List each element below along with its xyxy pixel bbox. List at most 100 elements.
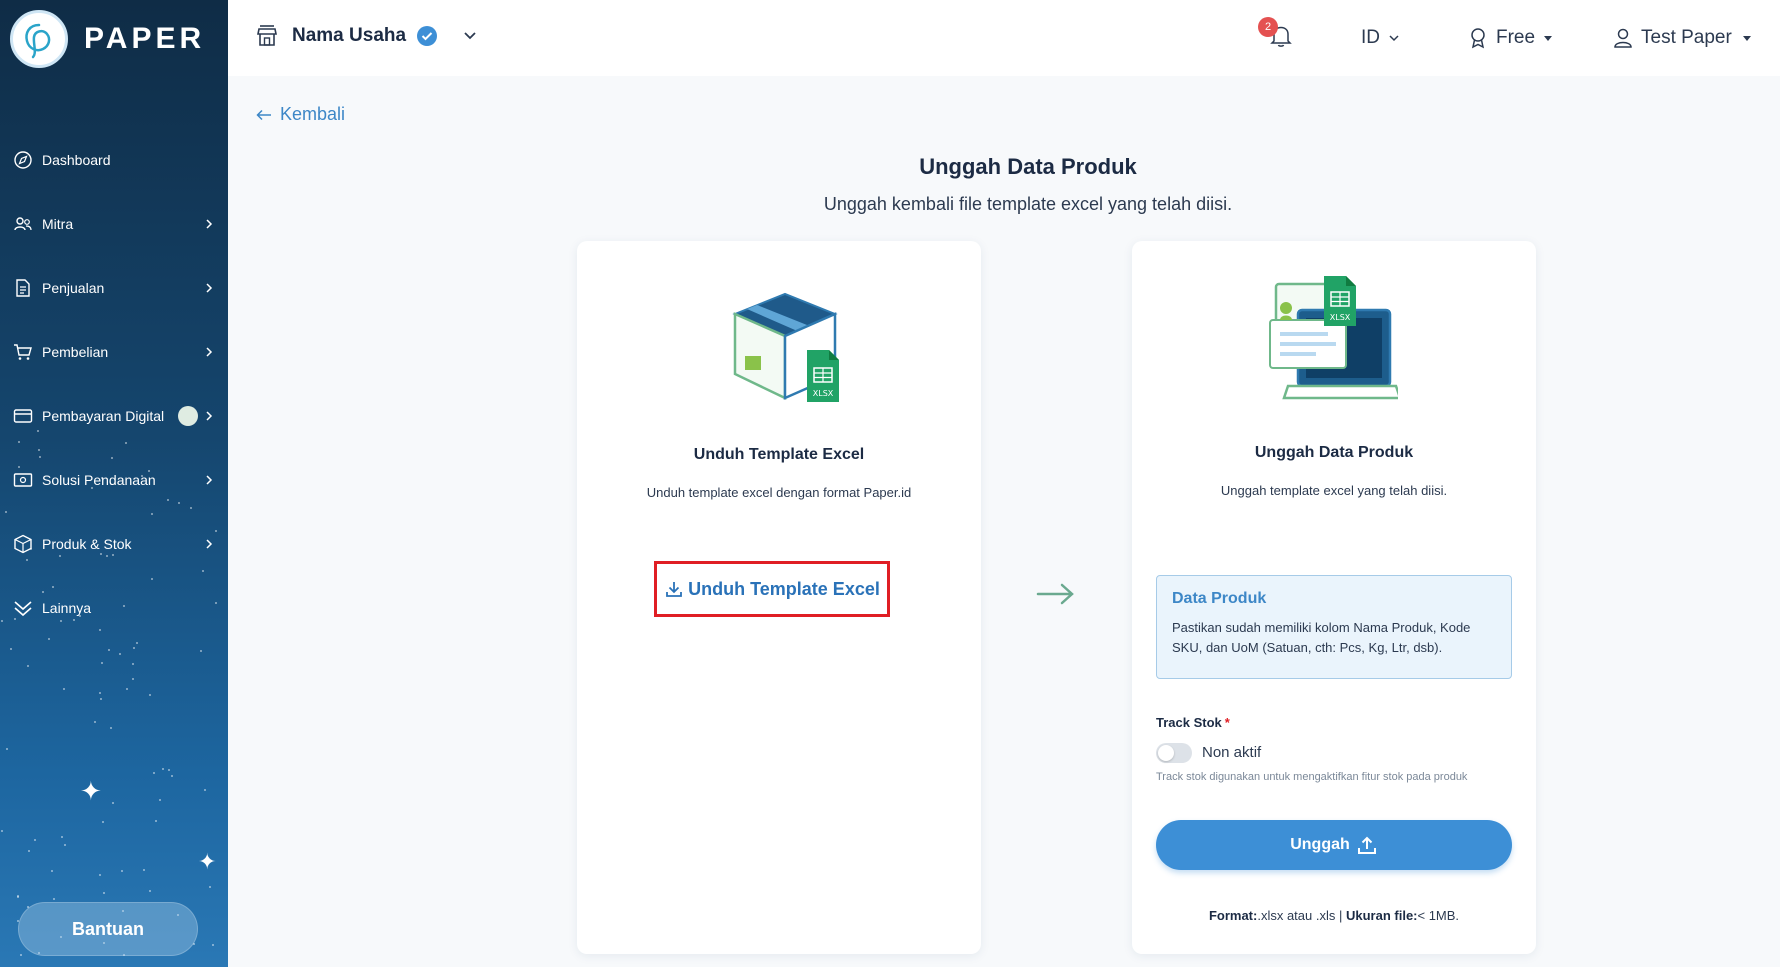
star-decoration (209, 886, 211, 888)
download-template-button[interactable]: Unduh Template Excel (654, 561, 890, 617)
users-icon (12, 213, 34, 235)
star-decoration (20, 954, 22, 956)
star-decoration (94, 721, 96, 723)
help-button[interactable]: Bantuan (18, 902, 198, 956)
laptop-excel-illustration: XLSX (1269, 276, 1398, 400)
star-decoration (119, 653, 121, 655)
status-dot (178, 406, 198, 426)
back-link[interactable]: Kembali (256, 104, 345, 125)
plan-label: Free (1496, 27, 1536, 48)
star-decoration (6, 748, 8, 750)
card-icon (12, 405, 34, 427)
download-card-description: Unduh template excel dengan format Paper… (646, 485, 912, 500)
user-icon (1614, 28, 1632, 48)
upload-icon (1357, 836, 1376, 854)
upload-button[interactable]: Unggah (1156, 820, 1512, 870)
upload-card-title: Unggah Data Produk (1254, 444, 1414, 461)
sidebar-item-pembayaran-digital[interactable]: Pembayaran Digital (0, 384, 228, 448)
page-title: Unggah Data Produk (919, 154, 1137, 179)
toggle-knob (1158, 745, 1174, 761)
star-decoration (159, 799, 161, 801)
xlsx-file-icon: XLSX (807, 350, 839, 402)
wallet-icon (12, 469, 34, 491)
page-subtitle: Unggah kembali file template excel yang … (823, 194, 1233, 214)
star-decoration (1, 830, 3, 832)
sidebar-item-label: Penjualan (42, 280, 105, 296)
track-stock-toggle[interactable] (1156, 743, 1192, 763)
track-stock-help-text: Track stok digunakan untuk mengaktifkan … (1156, 771, 1468, 783)
star-decoration (10, 648, 12, 650)
chevron-right-icon (206, 475, 213, 485)
star-decoration (168, 769, 170, 771)
arrow-left-icon (256, 109, 271, 120)
star-decoration (27, 665, 29, 667)
plan-selector[interactable]: Free (1468, 0, 1553, 76)
sidebar-item-lainnya[interactable]: Lainnya (0, 576, 228, 640)
star-decoration (126, 688, 128, 690)
language-label: ID (1361, 27, 1380, 48)
star-decoration (61, 836, 63, 838)
chevron-right-icon (206, 219, 213, 229)
sidebar-item-label: Dashboard (42, 152, 111, 168)
svg-text:XLSX: XLSX (813, 389, 834, 398)
sidebar-item-label: Pembelian (42, 344, 109, 360)
star-decoration (136, 642, 138, 644)
data-produk-info-box: Data Produk Pastikan sudah memiliki kolo… (1156, 575, 1512, 679)
chevron-right-icon (206, 283, 213, 293)
star-decoration (108, 649, 110, 651)
notification-count-badge: 2 (1258, 16, 1278, 37)
format-label: Format: (1208, 908, 1258, 923)
sidebar-item-penjualan[interactable]: Penjualan (0, 256, 228, 320)
star-decoration (133, 647, 135, 649)
sidebar-item-mitra[interactable]: Mitra (0, 192, 228, 256)
star-decoration (143, 869, 145, 871)
award-icon (1471, 28, 1485, 49)
chevron-right-icon (206, 539, 213, 549)
language-selector[interactable]: ID (1361, 0, 1400, 76)
star-decoration (132, 663, 134, 665)
business-name: Nama Usaha (292, 25, 407, 46)
chevron-right-icon (206, 347, 213, 357)
sidebar-item-produk-stok[interactable]: Produk & Stok (0, 512, 228, 576)
star-decoration (28, 850, 30, 852)
compass-icon (12, 149, 34, 171)
star-decoration (100, 698, 102, 700)
upload-button-label: Unggah (1290, 836, 1350, 853)
notification-button[interactable]: 2 (1258, 0, 1294, 76)
sidebar: ✦ ✦ PAPER Dashboard Mitra Penjualan Pemb… (0, 0, 228, 967)
sidebar-item-label: Produk & Stok (42, 536, 132, 552)
sidebar-nav: Dashboard Mitra Penjualan Pembelian Pemb… (0, 128, 228, 640)
sidebar-item-dashboard[interactable]: Dashboard (0, 128, 228, 192)
size-value: < 1MB. (1417, 908, 1460, 923)
top-bar: Nama Usaha 2 ID Free Test Paper (228, 0, 1780, 76)
download-template-card: XLSX Unduh Template Excel Unduh template… (577, 241, 981, 954)
star-decoration (101, 662, 103, 664)
business-selector[interactable]: Nama Usaha (256, 24, 478, 48)
star-decoration (171, 775, 173, 777)
star-decoration (99, 874, 101, 876)
sidebar-item-label: Lainnya (42, 600, 92, 616)
track-stock-label-text: Track Stok (1156, 715, 1222, 730)
upload-card-description: Unggah template excel yang telah diisi. (1220, 483, 1448, 498)
sidebar-item-label: Mitra (42, 216, 74, 232)
verified-badge-icon (417, 26, 438, 46)
download-button-label: Unduh Template Excel (688, 578, 880, 599)
download-card-title: Unduh Template Excel (693, 446, 865, 463)
sidebar-item-solusi-pendanaan[interactable]: Solusi Pendanaan (0, 448, 228, 512)
star-decoration (153, 772, 155, 774)
separator: | (1335, 908, 1346, 923)
user-menu[interactable]: Test Paper (1613, 0, 1752, 76)
user-name: Test Paper (1641, 27, 1732, 48)
star-decoration (99, 692, 101, 694)
toggle-state-label: Non aktif (1202, 744, 1262, 761)
star-decoration (121, 870, 123, 872)
star-decoration (149, 694, 151, 696)
paper-logo-icon (10, 10, 68, 68)
brand-logo[interactable]: PAPER (10, 10, 205, 68)
chevron-down-icon[interactable] (462, 28, 478, 44)
sidebar-item-pembelian[interactable]: Pembelian (0, 320, 228, 384)
back-label: Kembali (280, 104, 346, 124)
sparkle-decoration: ✦ (198, 849, 217, 874)
star-decoration (204, 789, 206, 791)
xlsx-file-icon: XLSX (1324, 276, 1356, 326)
